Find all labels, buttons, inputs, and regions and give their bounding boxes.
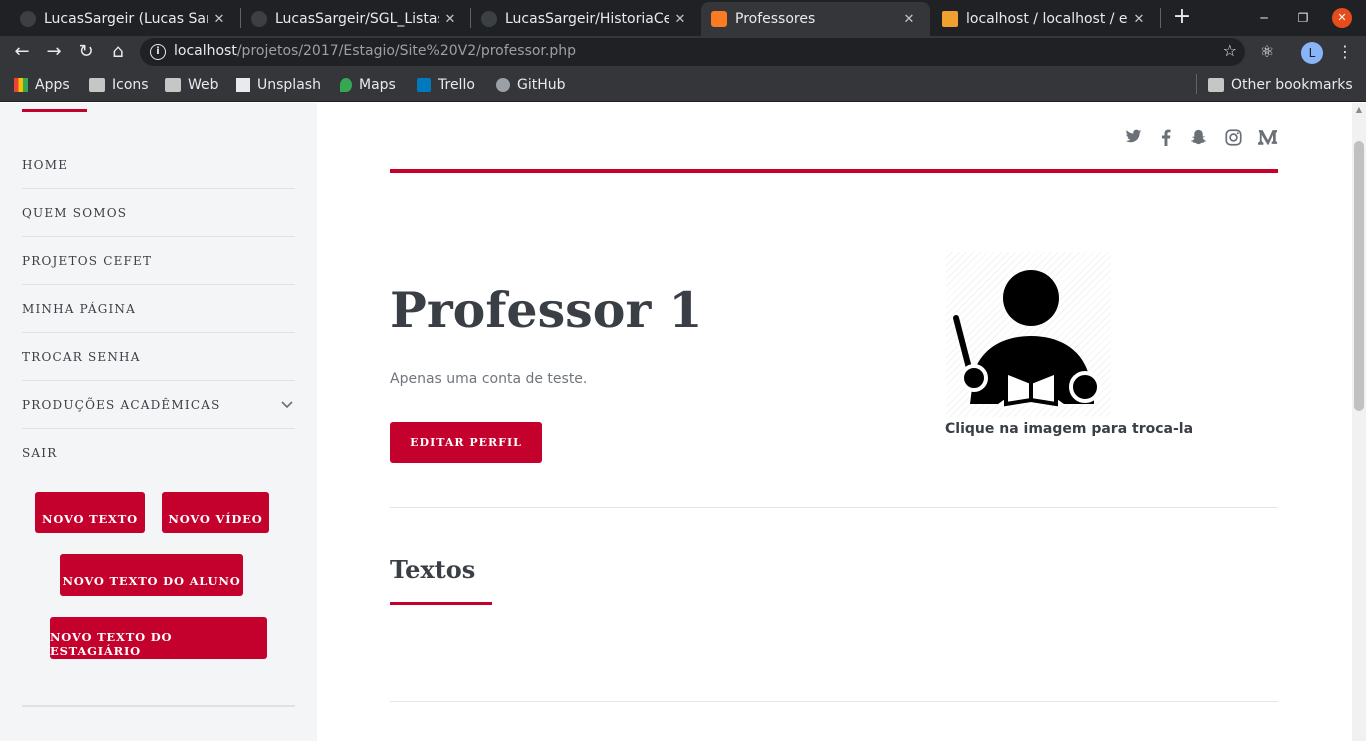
- profile-name: Professor 1: [390, 281, 703, 339]
- sidebar: HOME QUEM SOMOS PROJETOS CEFET MINHA PÁG…: [0, 103, 317, 741]
- scroll-up-icon[interactable]: ▲: [1352, 103, 1366, 117]
- browser-tab[interactable]: LucasSargeir/HistoriaCe ✕: [461, 4, 701, 34]
- browser-toolbar: ← → ↻ ⌂ i localhost/projetos/2017/Estagi…: [0, 36, 1366, 68]
- instagram-icon[interactable]: [1224, 129, 1242, 147]
- github-icon: [20, 11, 36, 27]
- close-window-icon[interactable]: ✕: [1332, 8, 1352, 28]
- github-icon: [481, 11, 497, 27]
- menu-item-trocar-senha[interactable]: TROCAR SENHA: [22, 333, 295, 381]
- bookmark-icons[interactable]: Icons: [89, 76, 149, 94]
- scrollbar-thumb[interactable]: [1354, 141, 1364, 411]
- edit-profile-button[interactable]: EDITAR PERFIL: [390, 422, 542, 463]
- close-tab-icon[interactable]: ✕: [439, 12, 461, 27]
- snapchat-icon[interactable]: [1189, 129, 1207, 147]
- main-content: Professor 1 Apenas uma conta de teste. E…: [317, 103, 1352, 741]
- bookmark-github[interactable]: GitHub: [496, 76, 566, 94]
- menu-item-producoes-academicas[interactable]: PRODUÇÕES ACADÊMICAS: [22, 381, 295, 429]
- sidebar-menu: HOME QUEM SOMOS PROJETOS CEFET MINHA PÁG…: [22, 141, 295, 477]
- twitter-icon[interactable]: [1124, 129, 1142, 147]
- phpmyadmin-icon: [942, 11, 958, 27]
- menu-item-projetos-cefet[interactable]: PROJETOS CEFET: [22, 237, 295, 285]
- section-accent-line: [390, 602, 492, 605]
- close-tab-icon[interactable]: ✕: [898, 12, 920, 27]
- tab-divider: [1160, 8, 1161, 28]
- site-info-icon[interactable]: i: [150, 44, 166, 60]
- section-divider: [390, 701, 1278, 702]
- minimize-window-icon[interactable]: ─: [1254, 8, 1274, 28]
- menu-item-minha-pagina[interactable]: MINHA PÁGINA: [22, 285, 295, 333]
- page-scrollbar[interactable]: ▲: [1352, 103, 1366, 741]
- profile-avatar[interactable]: L: [1301, 42, 1323, 64]
- section-divider: [390, 507, 1278, 508]
- bookmark-apps[interactable]: Apps: [14, 76, 70, 94]
- close-tab-icon[interactable]: ✕: [669, 12, 691, 27]
- menu-item-sair[interactable]: SAIR: [22, 429, 295, 477]
- novo-texto-estagiario-button[interactable]: NOVO TEXTO DO ESTAGIÁRIO: [50, 617, 267, 659]
- novo-texto-button[interactable]: NOVO TEXTO: [35, 492, 145, 533]
- chevron-down-icon[interactable]: [281, 398, 293, 412]
- bookmark-trello[interactable]: Trello: [417, 76, 475, 94]
- teacher-reading-icon: [953, 270, 1101, 407]
- maps-icon: [340, 78, 352, 92]
- back-icon[interactable]: ←: [10, 40, 34, 64]
- folder-icon: [1208, 78, 1224, 92]
- browser-tab[interactable]: LucasSargeir (Lucas Sarg ✕: [0, 4, 240, 34]
- apps-grid-icon: [14, 78, 28, 92]
- close-tab-icon[interactable]: ✕: [1128, 12, 1150, 27]
- github-icon: [496, 78, 510, 92]
- sidebar-accent-line: [22, 109, 87, 112]
- bookmark-unsplash[interactable]: Unsplash: [236, 76, 321, 94]
- menu-item-home[interactable]: HOME: [22, 141, 295, 189]
- restore-window-icon[interactable]: ❐: [1293, 8, 1313, 28]
- home-icon[interactable]: ⌂: [106, 40, 130, 64]
- address-bar[interactable]: i localhost/projetos/2017/Estagio/Site%2…: [140, 38, 1245, 66]
- novo-video-button[interactable]: NOVO VÍDEO: [162, 492, 269, 533]
- folder-icon: [89, 78, 105, 92]
- unsplash-icon: [236, 78, 250, 92]
- close-tab-icon[interactable]: ✕: [208, 12, 230, 27]
- browser-tab[interactable]: localhost / localhost / es ✕: [930, 4, 1160, 34]
- sidebar-divider: [22, 705, 295, 707]
- profile-image[interactable]: [946, 252, 1111, 417]
- trello-icon: [417, 78, 431, 92]
- bookmark-maps[interactable]: Maps: [340, 76, 396, 94]
- menu-item-quem-somos[interactable]: QUEM SOMOS: [22, 189, 295, 237]
- bookmarks-bar: Apps Icons Web Unsplash Maps Trello GitH…: [0, 68, 1366, 102]
- facebook-icon[interactable]: [1157, 129, 1175, 147]
- header-accent-line: [390, 169, 1278, 173]
- github-icon: [251, 11, 267, 27]
- profile-image-caption: Clique na imagem para troca-la: [945, 421, 1194, 437]
- browser-tab-strip: LucasSargeir (Lucas Sarg ✕ LucasSargeir/…: [0, 0, 1366, 36]
- xampp-icon: [711, 11, 727, 27]
- forward-icon[interactable]: →: [42, 40, 66, 64]
- bookmarks-divider: [1196, 74, 1197, 94]
- bookmark-web[interactable]: Web: [165, 76, 219, 94]
- medium-icon[interactable]: [1258, 129, 1278, 147]
- reload-icon[interactable]: ↻: [74, 40, 98, 64]
- menu-kebab-icon[interactable]: ⋮: [1333, 40, 1357, 64]
- browser-tab[interactable]: LucasSargeir/SGL_Listas ✕: [231, 4, 471, 34]
- other-bookmarks[interactable]: Other bookmarks: [1208, 76, 1353, 94]
- profile-description: Apenas uma conta de teste.: [390, 371, 588, 387]
- url-text: localhost/projetos/2017/Estagio/Site%20V…: [174, 43, 577, 59]
- new-tab-button[interactable]: +: [1170, 6, 1194, 30]
- browser-tab-active[interactable]: Professores ✕: [701, 2, 930, 36]
- folder-icon: [165, 78, 181, 92]
- bookmark-star-icon[interactable]: ☆: [1223, 41, 1237, 60]
- novo-texto-aluno-button[interactable]: NOVO TEXTO DO ALUNO: [60, 554, 243, 596]
- react-devtools-icon[interactable]: ⚛: [1255, 40, 1279, 64]
- page-viewport: HOME QUEM SOMOS PROJETOS CEFET MINHA PÁG…: [0, 103, 1366, 741]
- section-title: Textos: [390, 555, 476, 584]
